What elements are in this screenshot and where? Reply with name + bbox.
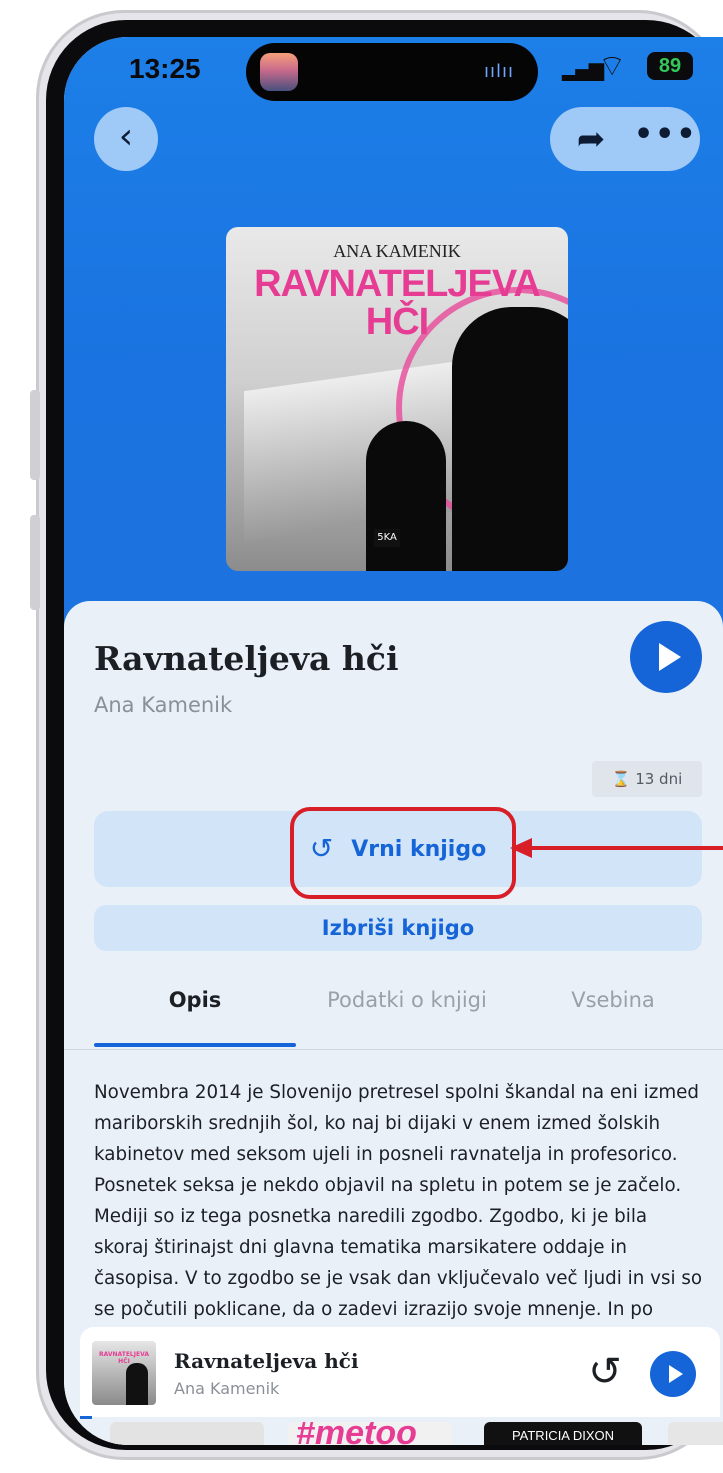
status-time: 13:25 [129, 53, 201, 84]
carousel-item-2-text: #metoo [296, 1422, 417, 1445]
mini-cover-silhouette [126, 1363, 148, 1405]
delete-book-button[interactable]: Izbriši knjigo [94, 905, 702, 951]
tab-opis[interactable]: Opis [94, 973, 296, 1047]
wifi-icon: ⌔ [598, 49, 627, 84]
mini-cover-title-line2: HČI [118, 1358, 130, 1365]
carousel-item-3-text: PATRICIA DIXON [511, 1428, 615, 1443]
more-options-icon[interactable]: ••• [634, 111, 696, 167]
carousel-item-3[interactable]: PATRICIA DIXON [484, 1422, 642, 1445]
mini-player-title: Ravnateljeva hči [174, 1349, 359, 1373]
share-icon[interactable]: ➦ [566, 111, 616, 167]
mini-play-button[interactable] [650, 1351, 696, 1397]
volume-up-button [30, 390, 40, 480]
top-actions-pill: ➦ ••• [550, 107, 700, 171]
mini-player[interactable]: RAVNATELJEVA HČI Ravnateljeva hči Ana Ka… [80, 1327, 720, 1417]
rewind-icon[interactable]: ↺ [580, 1347, 630, 1397]
book-title: Ravnateljeva hči [94, 639, 399, 678]
chevron-left-icon: ‹ [118, 116, 134, 157]
book-author[interactable]: Ana Kamenik [94, 693, 232, 717]
loan-remaining-text: 13 dni [635, 770, 683, 788]
annotation-arrow-head [510, 838, 532, 858]
mini-player-cover: RAVNATELJEVA HČI [92, 1341, 156, 1405]
play-button[interactable] [630, 621, 702, 693]
audio-waveform-icon: ıılıı [483, 61, 514, 82]
publisher-logo: 5KA [374, 529, 400, 547]
book-cover: ANA KAMENIK RAVNATELJEVA HČI 5KA [226, 227, 568, 571]
playback-progress [80, 1416, 92, 1419]
annotation-highlight-box [290, 807, 516, 899]
cellular-signal-icon: ▂▄▆ [562, 57, 604, 81]
active-tab-indicator [94, 1043, 296, 1047]
app-screen: 13:25 ıılıı ▂▄▆ ⌔ 89 ‹ ➦ ••• ANA KAMENIK… [64, 37, 723, 1445]
details-sheet: Ravnateljeva hči Ana Kamenik ⌛ 13 dni ↺ V… [64, 601, 723, 1445]
tab-vsebina[interactable]: Vsebina [518, 973, 708, 1047]
cover-adult-silhouette [452, 307, 568, 571]
carousel-item-4[interactable] [668, 1422, 723, 1445]
carousel-item-1[interactable] [110, 1422, 264, 1445]
cover-title-line1: RAVNATELJEVA [254, 263, 541, 305]
now-playing-thumbnail [260, 53, 298, 91]
cover-author-text: ANA KAMENIK [333, 241, 461, 261]
mini-cover-title: RAVNATELJEVA HČI [92, 1351, 156, 1365]
loan-remaining-badge: ⌛ 13 dni [592, 761, 702, 797]
carousel-item-2[interactable]: #metoo [288, 1422, 452, 1445]
annotation-arrow-line [528, 846, 723, 850]
battery-indicator: 89 [647, 52, 693, 80]
tab-podatki-o-knjigi[interactable]: Podatki o knjigi [296, 973, 518, 1047]
cover-title-line2: HČI [365, 301, 429, 343]
cover-child-silhouette [366, 421, 446, 571]
mini-cover-title-line1: RAVNATELJEVA [99, 1351, 149, 1358]
mini-player-author: Ana Kamenik [174, 1379, 280, 1398]
cover-title-text: RAVNATELJEVA HČI [226, 265, 568, 341]
back-button[interactable]: ‹ [94, 107, 158, 171]
hourglass-icon: ⌛ [611, 770, 631, 788]
tab-bar: Opis Podatki o knjigi Vsebina [64, 973, 723, 1050]
dynamic-island: ıılıı [246, 43, 538, 101]
volume-down-button [30, 515, 40, 610]
